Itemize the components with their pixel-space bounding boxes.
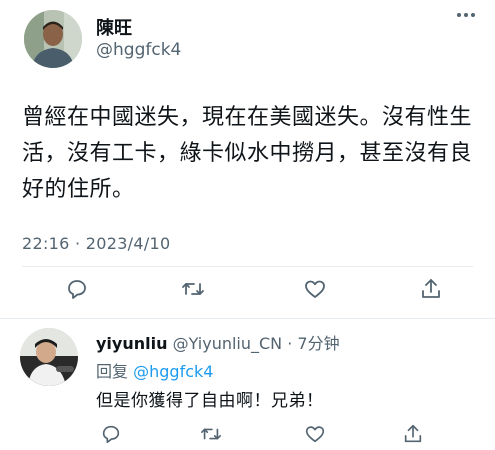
divider	[22, 266, 473, 267]
author-handle[interactable]: @hggfck4	[96, 40, 181, 60]
like-icon[interactable]	[302, 276, 328, 302]
reply-to-handle[interactable]: @hggfck4	[133, 362, 213, 381]
more-icon[interactable]	[453, 8, 479, 22]
reply-to-line: 回复 @hggfck4	[96, 358, 213, 382]
share-icon[interactable]	[400, 421, 426, 447]
reply-icon[interactable]	[98, 421, 124, 447]
share-icon[interactable]	[418, 276, 444, 302]
reply-author-name[interactable]: yiyunliu	[96, 334, 167, 353]
reply-to-label: 回复	[96, 362, 129, 381]
dot-separator: ·	[282, 334, 298, 353]
divider	[0, 318, 495, 319]
avatar[interactable]	[24, 10, 82, 68]
reply-header: yiyunliu @Yiyunliu_CN · 7分钟	[96, 330, 340, 354]
retweet-icon[interactable]	[180, 276, 206, 302]
main-tweet: 陳旺 @hggfck4 曾經在中國迷失，現在在美國迷失。沒有性生活，沒有工卡，綠…	[0, 0, 495, 318]
reply-avatar[interactable]	[20, 328, 78, 386]
reply-actions	[0, 421, 495, 447]
tweet-actions	[0, 276, 495, 302]
like-icon[interactable]	[302, 421, 328, 447]
tweet-timestamp[interactable]: 22:16 · 2023/4/10	[22, 234, 171, 253]
reply-time[interactable]: 7分钟	[297, 334, 339, 353]
reply-icon[interactable]	[64, 276, 90, 302]
tweet-text: 曾經在中國迷失，現在在美國迷失。沒有性生活，沒有工卡，綠卡似水中撈月，甚至沒有良…	[22, 105, 473, 202]
retweet-icon[interactable]	[198, 421, 224, 447]
author-name[interactable]: 陳旺	[96, 14, 132, 40]
reply-author-handle[interactable]: @Yiyunliu_CN	[173, 334, 283, 353]
reply-text: 但是你獲得了自由啊！兄弟！	[96, 391, 324, 411]
